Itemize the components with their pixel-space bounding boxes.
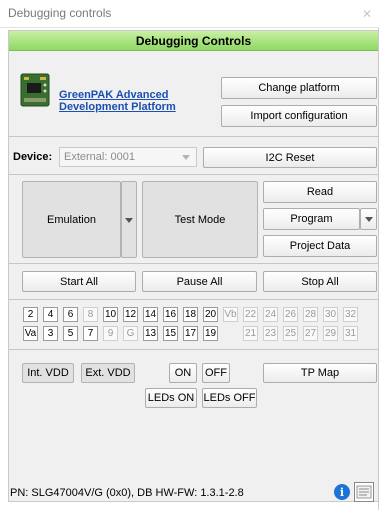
- leds-on-button[interactable]: LEDs ON: [145, 388, 197, 408]
- divider: [9, 174, 378, 175]
- controls-panel: Debugging Controls GreenPAK Advanced Dev…: [8, 30, 379, 502]
- import-configuration-label: Import configuration: [250, 110, 348, 122]
- pin-button: 21: [243, 326, 258, 341]
- pin-button: 26: [283, 307, 298, 322]
- status-bar: PN: SLG47004V/G (0x0), DB HW-FW: 1.3.1-2…: [8, 480, 374, 502]
- title-bar: Debugging controls ✕: [0, 0, 379, 28]
- pin-button[interactable]: 6: [63, 307, 78, 322]
- pin-button: 32: [343, 307, 358, 322]
- pin-button[interactable]: Va: [23, 326, 38, 341]
- read-button[interactable]: Read: [263, 181, 377, 203]
- change-platform-label: Change platform: [258, 82, 340, 94]
- emulation-button[interactable]: Emulation: [22, 181, 121, 258]
- info-icon[interactable]: i: [334, 484, 350, 500]
- pin-button[interactable]: 2: [23, 307, 38, 322]
- leds-on-label: LEDs ON: [147, 392, 195, 404]
- program-dropdown-button[interactable]: [360, 208, 377, 230]
- pin-button[interactable]: 7: [83, 326, 98, 341]
- pin-button[interactable]: 16: [163, 307, 178, 322]
- i2c-reset-label: I2C Reset: [265, 151, 315, 164]
- platform-link-line2[interactable]: Development Platform: [59, 101, 176, 114]
- pin-button: 29: [323, 326, 338, 341]
- pin-button[interactable]: 18: [183, 307, 198, 322]
- read-label: Read: [306, 186, 334, 198]
- divider: [9, 299, 378, 300]
- project-data-label: Project Data: [289, 240, 351, 252]
- divider: [9, 349, 378, 350]
- on-label: ON: [174, 367, 192, 379]
- device-label: Device:: [13, 151, 53, 163]
- tp-map-button[interactable]: TP Map: [263, 363, 377, 383]
- device-select[interactable]: External: 0001: [59, 147, 197, 167]
- pin-button: 9: [103, 326, 118, 341]
- pin-button: 30: [323, 307, 338, 322]
- log-icon[interactable]: [354, 482, 374, 502]
- int-vdd-button[interactable]: Int. VDD: [22, 363, 74, 383]
- pin-button: Vb: [223, 307, 238, 322]
- start-all-label: Start All: [60, 275, 98, 288]
- ext-vdd-label: Ext. VDD: [85, 367, 131, 379]
- leds-off-button[interactable]: LEDs OFF: [202, 388, 257, 408]
- chevron-down-icon: [365, 217, 373, 222]
- int-vdd-label: Int. VDD: [27, 367, 69, 379]
- chevron-down-icon: [125, 218, 133, 223]
- divider: [9, 263, 378, 264]
- on-button[interactable]: ON: [169, 363, 197, 383]
- panel-header: Debugging Controls: [9, 31, 378, 51]
- pin-button[interactable]: 5: [63, 326, 78, 341]
- pin-button[interactable]: 14: [143, 307, 158, 322]
- device-value: External: 0001: [64, 151, 135, 163]
- pin-button[interactable]: 13: [143, 326, 158, 341]
- off-label: OFF: [205, 367, 227, 379]
- stop-all-button[interactable]: Stop All: [263, 271, 377, 292]
- ext-vdd-button[interactable]: Ext. VDD: [81, 363, 135, 383]
- pin-button[interactable]: 4: [43, 307, 58, 322]
- close-icon[interactable]: ✕: [355, 0, 379, 28]
- pin-button: 23: [263, 326, 278, 341]
- pin-button: G: [123, 326, 138, 341]
- emulation-dropdown-button[interactable]: [121, 181, 137, 258]
- pin-button: [223, 326, 238, 341]
- window-title: Debugging controls: [8, 6, 112, 20]
- divider: [9, 136, 378, 137]
- pin-button: 31: [343, 326, 358, 341]
- pin-button[interactable]: 12: [123, 307, 138, 322]
- board-icon: [19, 73, 51, 107]
- program-button[interactable]: Program: [263, 208, 360, 230]
- emulation-label: Emulation: [47, 213, 96, 226]
- pin-button[interactable]: 19: [203, 326, 218, 341]
- debugging-controls-window: Debugging controls ✕ Debugging Controls …: [0, 0, 379, 510]
- pin-button: 28: [303, 307, 318, 322]
- start-all-button[interactable]: Start All: [22, 271, 136, 292]
- pin-button[interactable]: 3: [43, 326, 58, 341]
- import-configuration-button[interactable]: Import configuration: [221, 105, 377, 127]
- pin-button[interactable]: 20: [203, 307, 218, 322]
- stop-all-label: Stop All: [301, 275, 339, 288]
- i2c-reset-button[interactable]: I2C Reset: [203, 147, 377, 168]
- leds-off-label: LEDs OFF: [203, 392, 256, 404]
- test-mode-label: Test Mode: [174, 213, 226, 226]
- pin-button[interactable]: 17: [183, 326, 198, 341]
- change-platform-button[interactable]: Change platform: [221, 77, 377, 99]
- pin-button: 24: [263, 307, 278, 322]
- project-data-button[interactable]: Project Data: [263, 235, 377, 257]
- pause-all-label: Pause All: [176, 275, 223, 288]
- pin-button: 8: [83, 307, 98, 322]
- pause-all-button[interactable]: Pause All: [142, 271, 257, 292]
- status-text: PN: SLG47004V/G (0x0), DB HW-FW: 1.3.1-2…: [10, 487, 244, 499]
- pin-button[interactable]: 15: [163, 326, 178, 341]
- pin-button: 27: [303, 326, 318, 341]
- tp-map-label: TP Map: [300, 367, 340, 379]
- pin-button: 25: [283, 326, 298, 341]
- pin-button: 22: [243, 307, 258, 322]
- pin-button[interactable]: 10: [103, 307, 118, 322]
- chevron-down-icon: [182, 155, 190, 160]
- test-mode-button[interactable]: Test Mode: [142, 181, 258, 258]
- program-label: Program: [290, 213, 333, 225]
- off-button[interactable]: OFF: [202, 363, 230, 383]
